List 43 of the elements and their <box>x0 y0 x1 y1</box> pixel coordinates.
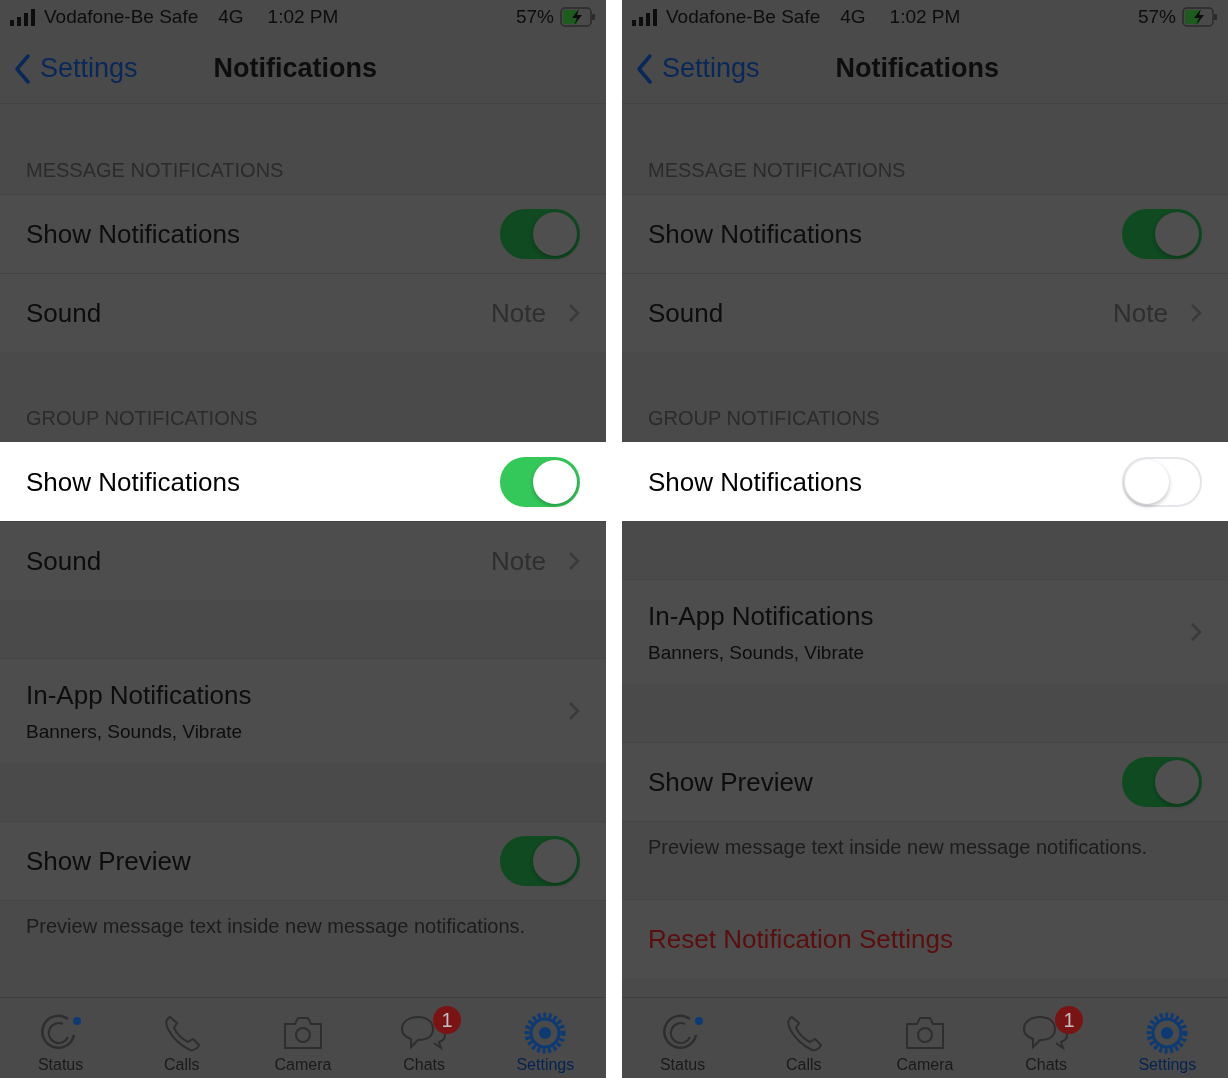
toggle-switch[interactable] <box>1122 757 1202 807</box>
battery-percent: 57% <box>515 6 554 28</box>
carrier-name: Vodafone-Be Safe <box>666 6 821 28</box>
toggle-switch[interactable] <box>500 457 580 507</box>
signal-icon <box>632 8 660 26</box>
row-title: Show Notifications <box>648 466 863 498</box>
tab-bar-item[interactable]: Settings <box>1112 998 1223 1078</box>
row-title: Show Preview <box>648 766 814 798</box>
row-subtitle: Banners, Sounds, Vibrate <box>648 641 866 664</box>
row-title: Show Notifications <box>26 466 241 498</box>
toggle-switch[interactable] <box>1122 209 1202 259</box>
screen-title: Notifications <box>213 53 378 84</box>
signal-icon <box>10 8 38 26</box>
back-chevron-icon <box>14 53 30 84</box>
gear-icon <box>1145 1011 1190 1055</box>
toggle-switch[interactable] <box>500 836 580 886</box>
battery-charging-icon <box>1182 7 1218 27</box>
back-button[interactable]: Settings <box>636 53 760 84</box>
row-title: Sound <box>26 297 103 329</box>
gear-icon <box>523 1011 568 1055</box>
row-title: Show Notifications <box>648 218 863 250</box>
battery-charging-icon <box>560 7 596 27</box>
unread-badge: 1 <box>433 1006 462 1034</box>
network-type: 4G <box>218 6 244 28</box>
back-button[interactable]: Settings <box>14 53 138 84</box>
reset-action: Reset Notification Settings <box>648 923 954 955</box>
tab-bar-item[interactable]: Settings <box>490 998 601 1078</box>
back-chevron-icon <box>636 53 652 84</box>
row-title: In-App Notifications <box>26 679 253 711</box>
row-title: Sound <box>26 545 103 577</box>
row-subtitle: Banners, Sounds, Vibrate <box>26 720 244 743</box>
battery-percent: 57% <box>1137 6 1176 28</box>
row-title: Show Preview <box>26 845 192 877</box>
unread-badge: 1 <box>1055 1006 1084 1034</box>
carrier-name: Vodafone-Be Safe <box>44 6 199 28</box>
row-title: Sound <box>648 297 725 329</box>
row-title: Show Notifications <box>26 218 241 250</box>
toggle-switch[interactable] <box>500 209 580 259</box>
network-type: 4G <box>840 6 866 28</box>
row-title: In-App Notifications <box>648 600 875 632</box>
clock-time: 1:02 PM <box>889 6 961 28</box>
clock-time: 1:02 PM <box>267 6 339 28</box>
screen-title: Notifications <box>835 53 1000 84</box>
